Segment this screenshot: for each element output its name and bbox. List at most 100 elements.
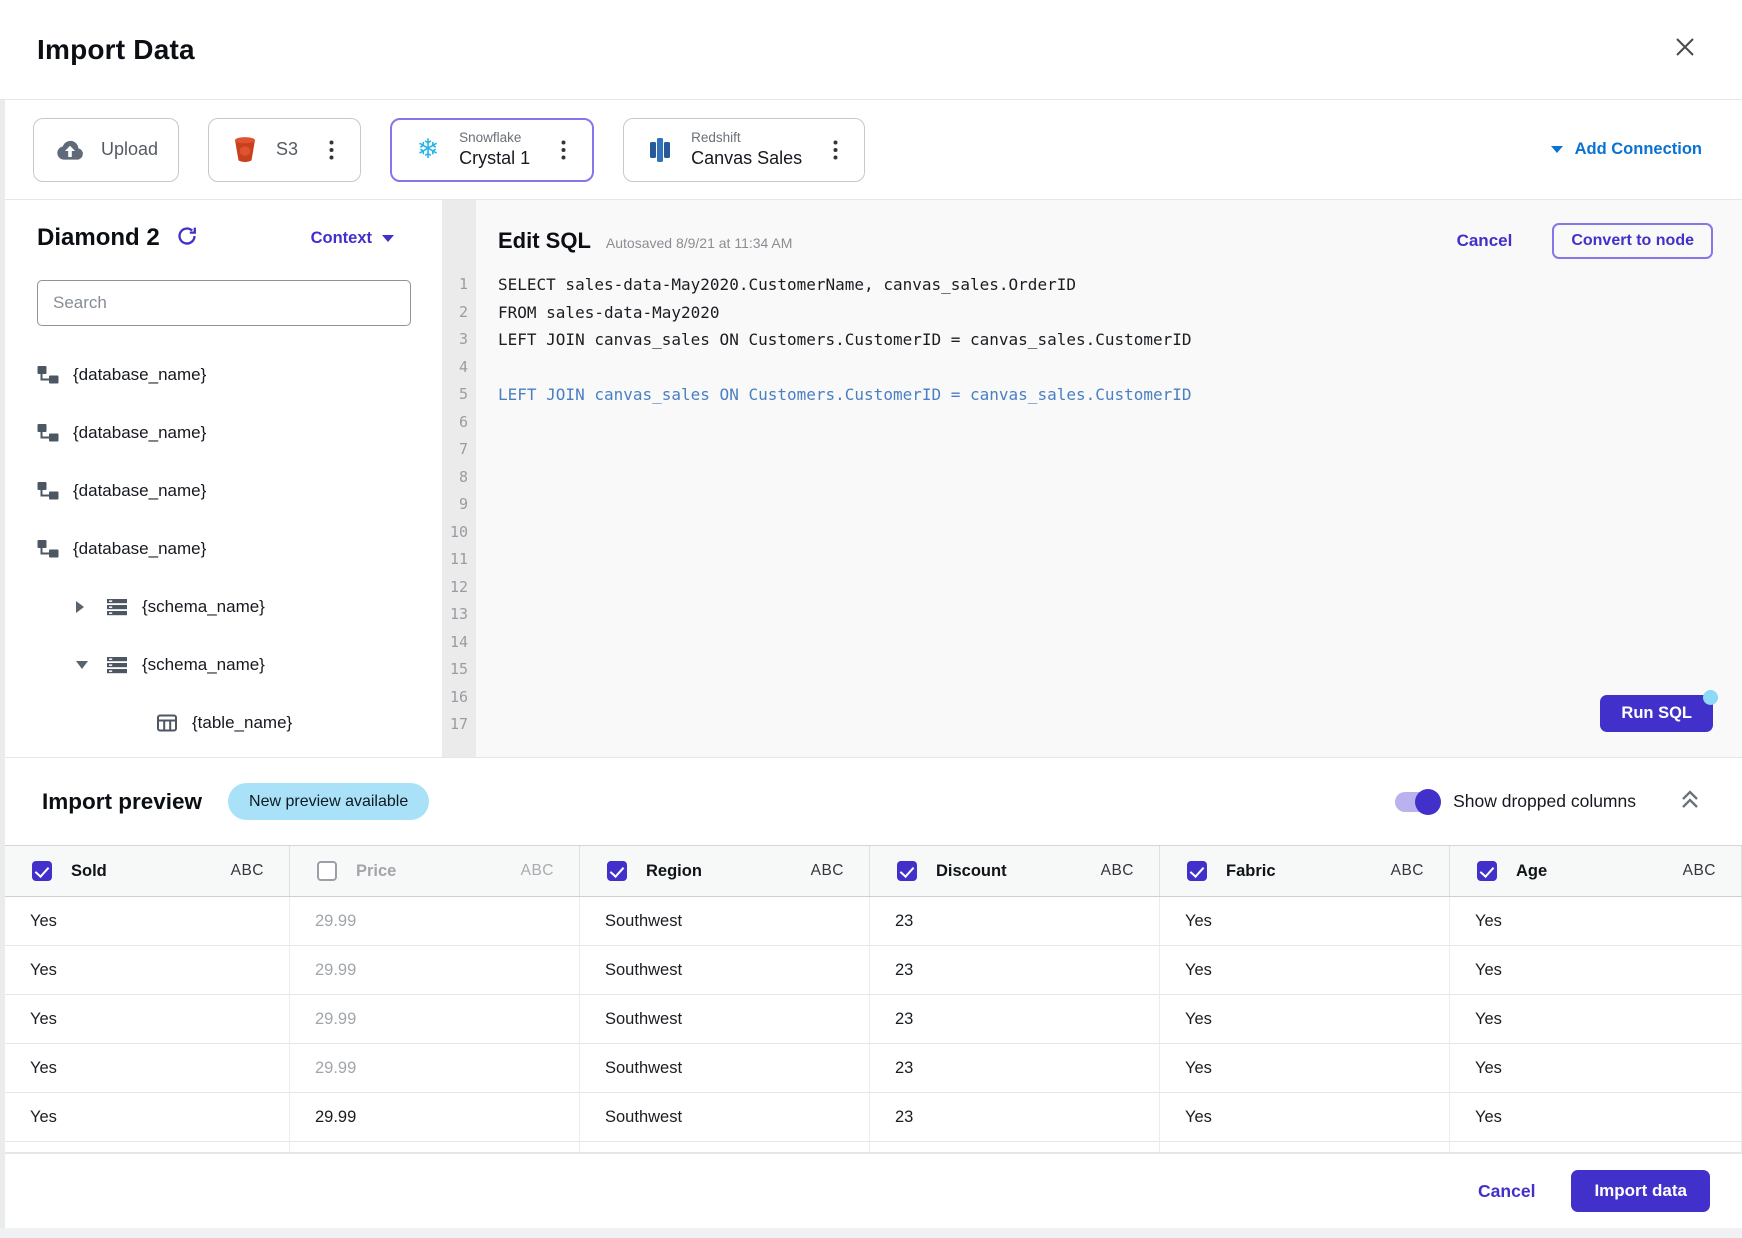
tree-item-database[interactable]: {database_name}: [37, 404, 442, 462]
table-cell: Yes: [1450, 1044, 1742, 1093]
column-checkbox-discount[interactable]: [897, 861, 917, 881]
table-cell: 23: [870, 995, 1160, 1044]
sql-line-6: [498, 409, 1742, 437]
tree-item-database[interactable]: {database_name}: [37, 520, 442, 578]
column-type-badge: ABC: [1391, 862, 1424, 880]
tree-item-database[interactable]: {database_name}: [37, 346, 442, 404]
database-icon: [37, 480, 59, 502]
left-scroll-edge: [0, 100, 5, 1228]
new-preview-badge: New preview available: [228, 783, 429, 820]
connection-type-label: Snowflake: [459, 130, 530, 147]
add-connection-button[interactable]: Add Connection: [1551, 140, 1702, 159]
sql-code-editor[interactable]: SELECT sales-data-May2020.CustomerName, …: [476, 271, 1742, 739]
column-type-badge: ABC: [1683, 862, 1716, 880]
main-content: Diamond 2 Context {database_name}{databa…: [0, 200, 1742, 758]
collapse-section-button[interactable]: [1678, 787, 1702, 816]
tree-item-schema[interactable]: {schema_name}: [37, 636, 442, 694]
table-row: Yes29.99Southwest23YesYes: [5, 946, 1742, 995]
context-dropdown[interactable]: Context: [311, 229, 394, 248]
table-cell: Yes: [5, 1093, 290, 1142]
table-cell: 23: [870, 946, 1160, 995]
tree-item-schema[interactable]: {schema_name}: [37, 578, 442, 636]
tree-item-database[interactable]: {database_name}: [37, 462, 442, 520]
tree-item-label: {database_name}: [73, 365, 206, 385]
table-cell: Yes: [5, 897, 290, 946]
sql-line-2: FROM sales-data-May2020: [498, 299, 1742, 327]
column-header-discount: DiscountABC: [870, 846, 1160, 896]
tree-item-label: {database_name}: [73, 423, 206, 443]
table-cell: Yes: [1450, 946, 1742, 995]
editor-title: Edit SQL: [498, 228, 591, 254]
sql-line-9: [498, 491, 1742, 519]
kebab-menu-icon[interactable]: [323, 136, 340, 164]
chevron-down-icon: [1551, 146, 1563, 153]
tree-item-table[interactable]: {table_name}: [37, 694, 442, 752]
table-cell: Southwest: [580, 1044, 870, 1093]
table-cell: Yes: [1450, 897, 1742, 946]
refresh-button[interactable]: [176, 225, 198, 252]
column-name: Discount: [936, 862, 1007, 881]
table-cell: [580, 1142, 870, 1153]
caret-right-icon[interactable]: [76, 601, 88, 613]
close-button[interactable]: [1668, 33, 1702, 67]
convert-to-node-button[interactable]: Convert to node: [1552, 223, 1713, 259]
connection-card-upload[interactable]: Upload: [33, 118, 179, 182]
footer-cancel-button[interactable]: Cancel: [1478, 1181, 1535, 1202]
sql-line-7: [498, 436, 1742, 464]
tree-item-label: {table_name}: [192, 713, 292, 733]
chevron-down-icon: [382, 235, 394, 242]
context-label: Context: [311, 229, 372, 248]
table-row: Yes29.99Southwest23YesYes: [5, 1044, 1742, 1093]
tree-item-label: {database_name}: [73, 481, 206, 501]
show-dropped-columns-toggle[interactable]: [1395, 792, 1439, 812]
column-checkbox-age[interactable]: [1477, 861, 1497, 881]
refresh-icon: [176, 225, 198, 252]
column-header-region: RegionABC: [580, 846, 870, 896]
column-type-badge: ABC: [521, 862, 554, 880]
column-checkbox-fabric[interactable]: [1187, 861, 1207, 881]
caret-down-icon[interactable]: [76, 661, 88, 669]
column-type-badge: ABC: [231, 862, 264, 880]
table-cell: Southwest: [580, 946, 870, 995]
column-name: Sold: [71, 862, 107, 881]
database-icon: [37, 364, 59, 386]
table-cell: [290, 1142, 580, 1153]
kebab-menu-icon[interactable]: [555, 136, 572, 164]
sql-line-16: [498, 684, 1742, 712]
sql-line-5: LEFT JOIN canvas_sales ON Customers.Cust…: [498, 381, 1742, 409]
search-input[interactable]: [37, 280, 411, 326]
column-checkbox-price[interactable]: [317, 861, 337, 881]
sql-line-13: [498, 601, 1742, 629]
autosave-status: Autosaved 8/9/21 at 11:34 AM: [606, 235, 793, 251]
column-checkbox-sold[interactable]: [32, 861, 52, 881]
connection-card-redshift[interactable]: RedshiftCanvas Sales: [623, 118, 865, 182]
table-cell: 29.99: [290, 1093, 580, 1142]
table-cell: Yes: [5, 995, 290, 1044]
table-cell: 23: [870, 1044, 1160, 1093]
sql-line-8: [498, 464, 1742, 492]
column-checkbox-region[interactable]: [607, 861, 627, 881]
tree-item-label: {schema_name}: [142, 655, 265, 675]
table-cell: 23: [870, 1093, 1160, 1142]
column-header-price: PriceABC: [290, 846, 580, 896]
table-icon: [156, 712, 178, 734]
sql-line-4: [498, 354, 1742, 382]
import-data-button[interactable]: Import data: [1571, 1170, 1710, 1212]
sql-editor-panel: 1234567891011121314151617 Edit SQL Autos…: [442, 200, 1742, 757]
preview-table: SoldABCPriceABCRegionABCDiscountABCFabri…: [5, 845, 1742, 1153]
preview-title: Import preview: [42, 789, 202, 815]
toggle-label: Show dropped columns: [1453, 791, 1636, 812]
sql-line-10: [498, 519, 1742, 547]
database-icon: [37, 538, 59, 560]
table-row: Yes29.99Southwest23YesYes: [5, 897, 1742, 946]
table-cell: [1450, 1142, 1742, 1153]
table-cell: Yes: [1160, 946, 1450, 995]
run-sql-button[interactable]: Run SQL: [1600, 695, 1713, 732]
connection-card-s3[interactable]: S3: [208, 118, 361, 182]
connection-label: Upload: [101, 139, 158, 160]
editor-cancel-button[interactable]: Cancel: [1457, 231, 1513, 251]
line-number-gutter: 1234567891011121314151617: [442, 200, 476, 757]
sql-line-12: [498, 574, 1742, 602]
kebab-menu-icon[interactable]: [827, 136, 844, 164]
connection-card-snowflake[interactable]: ❄SnowflakeCrystal 1: [390, 118, 594, 182]
